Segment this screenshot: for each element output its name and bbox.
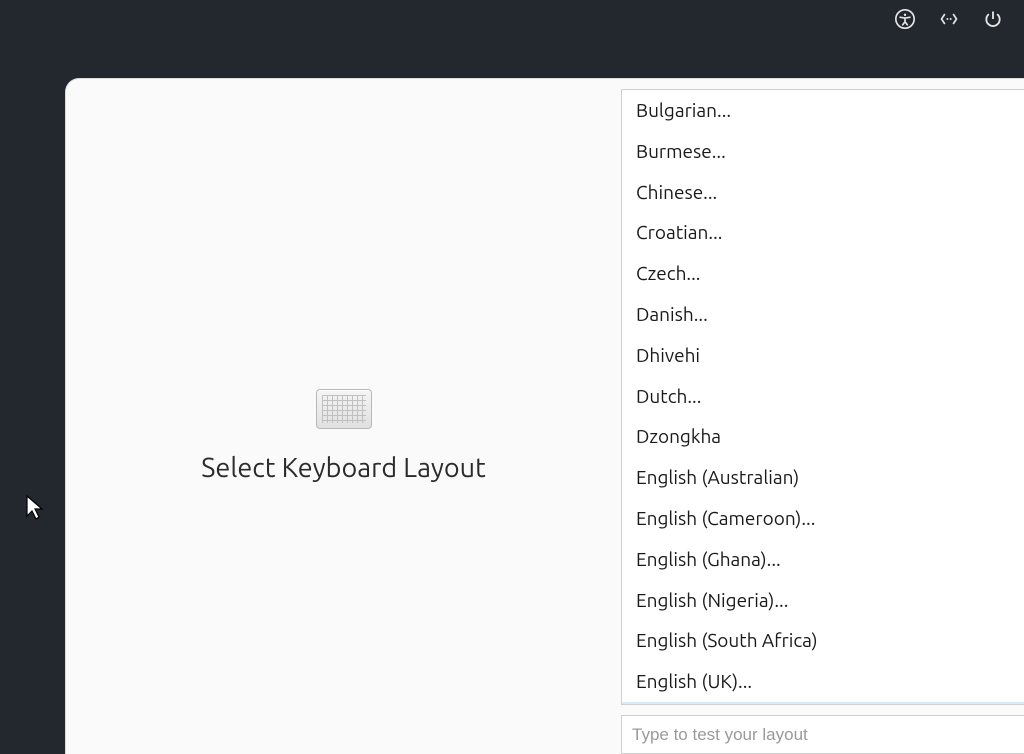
- layout-item[interactable]: Dhivehi: [622, 335, 1024, 376]
- left-pane: Select Keyboard Layout: [66, 79, 621, 754]
- layout-item[interactable]: English (South Africa): [622, 620, 1024, 661]
- network-brackets-icon[interactable]: [938, 8, 960, 30]
- power-icon[interactable]: [982, 8, 1004, 30]
- layout-item[interactable]: Czech...: [622, 253, 1024, 294]
- layout-item[interactable]: English (UK)...: [622, 661, 1024, 702]
- layout-item[interactable]: Dutch...: [622, 376, 1024, 417]
- accessibility-icon[interactable]: [894, 8, 916, 30]
- mouse-cursor: [25, 494, 45, 522]
- installer-window: Select Keyboard Layout Bulgarian...Burme…: [65, 78, 1024, 754]
- layout-item[interactable]: Bulgarian...: [622, 90, 1024, 131]
- layout-item[interactable]: Dzongkha: [622, 416, 1024, 457]
- page-title: Select Keyboard Layout: [201, 453, 485, 483]
- layout-item[interactable]: Chinese...: [622, 172, 1024, 213]
- layout-item[interactable]: English (Australian): [622, 457, 1024, 498]
- layout-item[interactable]: Danish...: [622, 294, 1024, 335]
- keyboard-icon: [316, 389, 372, 429]
- layout-list-container: Bulgarian...Burmese...Chinese...Croatian…: [621, 89, 1024, 705]
- layout-item[interactable]: English (Ghana)...: [622, 539, 1024, 580]
- layout-item[interactable]: English (Nigeria)...: [622, 580, 1024, 621]
- top-bar: [894, 0, 1024, 38]
- right-pane: Bulgarian...Burmese...Chinese...Croatian…: [621, 79, 1024, 754]
- layout-list[interactable]: Bulgarian...Burmese...Chinese...Croatian…: [622, 90, 1024, 704]
- layout-item[interactable]: Burmese...: [622, 131, 1024, 172]
- test-input-container: [621, 715, 1024, 754]
- test-layout-input[interactable]: [632, 725, 1014, 745]
- layout-item[interactable]: Croatian...: [622, 212, 1024, 253]
- layout-item[interactable]: English (Cameroon)...: [622, 498, 1024, 539]
- layout-item[interactable]: English (US)...: [622, 702, 1024, 704]
